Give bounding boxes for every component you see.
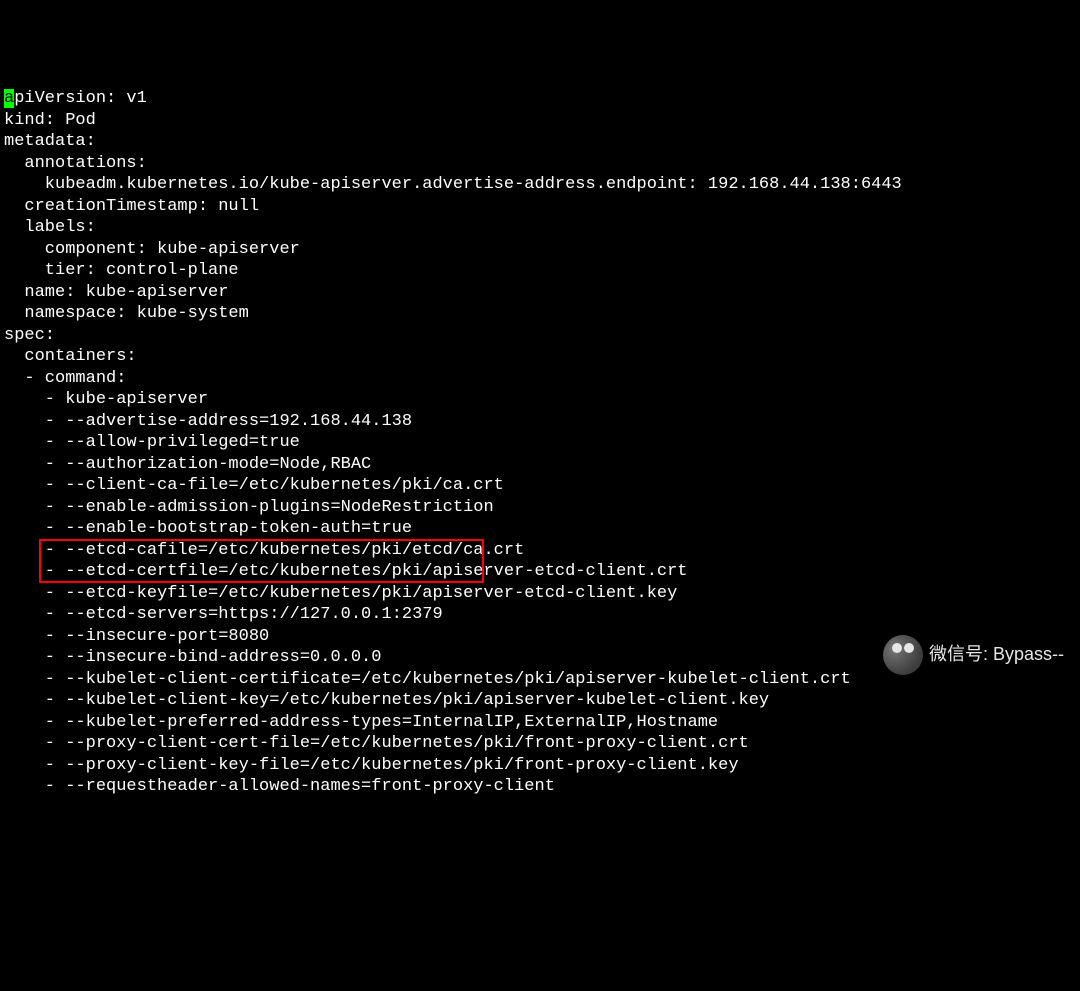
- terminal-output: apiVersion: v1kind: Podmetadata: annotat…: [4, 88, 1076, 798]
- watermark-text: 微信号: Bypass--: [929, 644, 1064, 666]
- yaml-line: - --client-ca-file=/etc/kubernetes/pki/c…: [4, 475, 1076, 497]
- yaml-line: - command:: [4, 368, 1076, 390]
- yaml-line: containers:: [4, 346, 1076, 368]
- yaml-line: kubeadm.kubernetes.io/kube-apiserver.adv…: [4, 174, 1076, 196]
- cursor: a: [4, 89, 14, 108]
- yaml-line: - --requestheader-allowed-names=front-pr…: [4, 776, 1076, 798]
- yaml-line: tier: control-plane: [4, 260, 1076, 282]
- yaml-line: namespace: kube-system: [4, 303, 1076, 325]
- yaml-line: - --proxy-client-cert-file=/etc/kubernet…: [4, 733, 1076, 755]
- yaml-line: - kube-apiserver: [4, 389, 1076, 411]
- yaml-line: metadata:: [4, 131, 1076, 153]
- yaml-line: - --etcd-certfile=/etc/kubernetes/pki/ap…: [4, 561, 1076, 583]
- yaml-line: - --etcd-servers=https://127.0.0.1:2379: [4, 604, 1076, 626]
- wechat-icon: [883, 635, 923, 675]
- yaml-line: component: kube-apiserver: [4, 239, 1076, 261]
- yaml-line: - --enable-bootstrap-token-auth=true: [4, 518, 1076, 540]
- watermark: 微信号: Bypass--: [883, 635, 1064, 675]
- yaml-line: spec:: [4, 325, 1076, 347]
- yaml-line: - --etcd-cafile=/etc/kubernetes/pki/etcd…: [4, 540, 1076, 562]
- yaml-line: - --proxy-client-key-file=/etc/kubernete…: [4, 755, 1076, 777]
- yaml-line: annotations:: [4, 153, 1076, 175]
- yaml-line: labels:: [4, 217, 1076, 239]
- yaml-line: - --authorization-mode=Node,RBAC: [4, 454, 1076, 476]
- yaml-line: creationTimestamp: null: [4, 196, 1076, 218]
- yaml-line: - --kubelet-client-key=/etc/kubernetes/p…: [4, 690, 1076, 712]
- yaml-line: - --enable-admission-plugins=NodeRestric…: [4, 497, 1076, 519]
- yaml-line: - --allow-privileged=true: [4, 432, 1076, 454]
- yaml-line: - --etcd-keyfile=/etc/kubernetes/pki/api…: [4, 583, 1076, 605]
- yaml-line: apiVersion: v1: [4, 88, 1076, 110]
- yaml-line: kind: Pod: [4, 110, 1076, 132]
- yaml-line: - --advertise-address=192.168.44.138: [4, 411, 1076, 433]
- yaml-line: name: kube-apiserver: [4, 282, 1076, 304]
